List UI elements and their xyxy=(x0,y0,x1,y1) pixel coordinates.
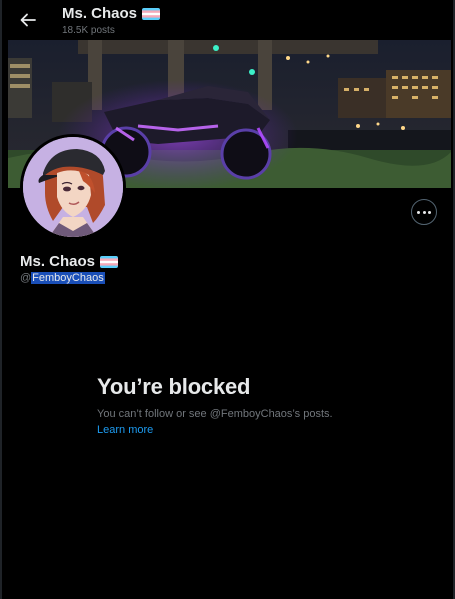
header-title-row: Ms. Chaos xyxy=(62,5,161,22)
blocked-notice: You’re blocked You can’t follow or see @… xyxy=(97,374,427,436)
profile-handle: @FemboyChaos xyxy=(20,272,105,284)
profile-page: Ms. Chaos 18.5K posts Ms. Chaos @FemboyC… xyxy=(0,0,455,599)
profile-name-row: Ms. Chaos xyxy=(20,253,119,270)
transgender-flag-icon xyxy=(100,255,119,268)
display-name: Ms. Chaos xyxy=(20,253,96,270)
avatar-image xyxy=(23,137,123,237)
header-title: Ms. Chaos xyxy=(62,5,138,22)
top-bar: Ms. Chaos 18.5K posts xyxy=(2,0,455,40)
learn-more-link[interactable]: Learn more xyxy=(97,424,427,436)
arrow-left-icon xyxy=(20,13,36,27)
blocked-heading: You’re blocked xyxy=(97,374,251,399)
handle-text: FemboyChaos xyxy=(31,272,105,284)
more-horizontal-icon xyxy=(417,210,421,214)
post-count: 18.5K posts xyxy=(62,25,115,36)
handle-prefix: @ xyxy=(20,272,32,284)
transgender-flag-icon xyxy=(142,7,161,20)
blocked-message: You can’t follow or see @FemboyChaos’s p… xyxy=(97,408,333,420)
back-button[interactable] xyxy=(16,8,40,32)
profile-avatar[interactable] xyxy=(20,134,126,240)
more-options-button[interactable] xyxy=(411,199,437,225)
